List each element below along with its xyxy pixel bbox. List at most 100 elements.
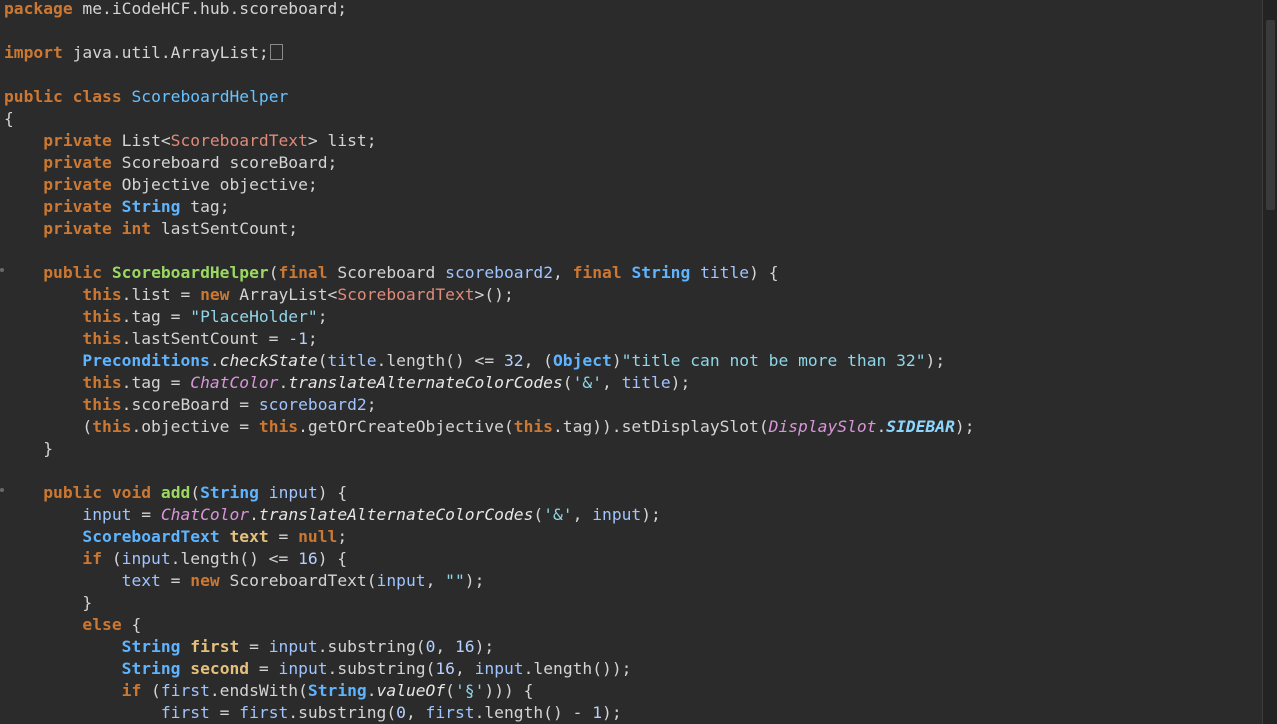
code-token: ,	[572, 505, 593, 524]
scrollbar-thumb[interactable]	[1266, 20, 1275, 210]
code-text-area[interactable]: package me.iCodeHCF.hub.scoreboard; impor…	[4, 0, 975, 724]
code-line[interactable]: public class ScoreboardHelper	[4, 86, 975, 108]
code-token: .	[209, 351, 220, 370]
code-token: 16	[435, 659, 455, 678]
code-token: .	[366, 681, 377, 700]
code-token: 32	[503, 351, 524, 370]
code-token: valueOf	[376, 681, 446, 700]
code-token: "title can not be more than 32"	[621, 351, 926, 370]
code-token: .getOrCreateObjective(	[298, 417, 514, 436]
code-line[interactable]: (this.objective = this.getOrCreateObject…	[4, 416, 974, 438]
code-line[interactable]: if (input.length() <= 16) {	[4, 548, 975, 570]
code-line[interactable]: input = ChatColor.translateAlternateColo…	[4, 504, 975, 526]
vertical-scrollbar[interactable]	[1262, 0, 1277, 724]
code-line[interactable]: String second = input.substring(16, inpu…	[4, 658, 975, 680]
code-token: public	[43, 263, 103, 282]
code-token: '§'	[454, 681, 485, 700]
code-token: )	[611, 351, 622, 370]
code-token: import	[4, 43, 63, 62]
code-line[interactable]: import java.util.ArrayList;	[4, 42, 975, 64]
code-token: =	[160, 571, 191, 590]
code-line[interactable]: this.lastSentCount = -1;	[4, 328, 975, 350]
code-line[interactable]	[4, 64, 975, 86]
code-line[interactable]: public void add(String input) {	[4, 482, 975, 504]
code-token: input	[592, 505, 642, 524]
code-line[interactable]: else {	[4, 614, 975, 636]
code-token: first	[190, 637, 240, 656]
code-token: );	[641, 505, 661, 524]
code-token: add	[160, 483, 191, 502]
code-token: ;	[307, 329, 318, 348]
code-token: 1	[592, 703, 603, 722]
code-token: java.util.ArrayList;	[62, 43, 269, 62]
code-line[interactable]	[4, 240, 975, 262]
code-line[interactable]: if (first.endsWith(String.valueOf('§')))…	[4, 680, 975, 702]
code-token: ;	[366, 395, 377, 414]
code-token: input	[268, 637, 318, 656]
code-token: ,	[454, 659, 475, 678]
code-token: public	[4, 87, 63, 106]
code-line[interactable]: {	[4, 108, 975, 130]
code-token: .list =	[121, 285, 201, 304]
code-line[interactable]: text = new ScoreboardText(input, "");	[4, 570, 975, 592]
code-line[interactable]: private String tag;	[4, 196, 975, 218]
code-line[interactable]: Preconditions.checkState(title.length() …	[4, 350, 975, 372]
code-token: private	[43, 175, 112, 194]
code-token: DisplaySlot	[768, 417, 877, 436]
fold-marker-icon[interactable]	[0, 488, 4, 492]
code-line[interactable]: }	[4, 438, 975, 460]
code-token: (	[562, 373, 573, 392]
code-token: "PlaceHolder"	[190, 307, 318, 326]
code-line[interactable]: private Scoreboard scoreBoard;	[4, 152, 975, 174]
code-token: if	[121, 681, 142, 700]
code-token: ))) {	[484, 681, 534, 700]
code-token: title	[700, 263, 750, 282]
code-token: title	[621, 373, 671, 392]
code-token: '&'	[543, 505, 573, 524]
code-editor[interactable]: package me.iCodeHCF.hub.scoreboard; impor…	[0, 0, 1262, 724]
code-token: else	[82, 615, 122, 634]
code-token: private	[43, 131, 112, 150]
code-line[interactable]: String first = input.substring(0, 16);	[4, 636, 975, 658]
code-line[interactable]: private int lastSentCount;	[4, 218, 975, 240]
code-line[interactable]: package me.iCodeHCF.hub.scoreboard;	[4, 0, 975, 20]
code-line[interactable]: this.tag = "PlaceHolder";	[4, 306, 975, 328]
code-token: ScoreboardText	[170, 131, 308, 150]
code-line[interactable]: this.list = new ArrayList<ScoreboardText…	[4, 284, 975, 306]
code-token: ChatColor	[160, 505, 250, 524]
code-token: first	[425, 703, 475, 722]
code-token: 0	[396, 703, 406, 722]
code-token: .substring(	[317, 637, 426, 656]
code-line[interactable]	[4, 20, 975, 42]
code-line[interactable]: }	[4, 592, 975, 614]
collapsed-imports-icon[interactable]	[269, 44, 283, 60]
fold-marker-icon[interactable]	[0, 268, 4, 272]
code-line[interactable]: ScoreboardText text = null;	[4, 526, 975, 548]
code-line[interactable]: private Objective objective;	[4, 174, 975, 196]
code-token: null	[298, 527, 338, 546]
code-token: .length() <=	[376, 351, 504, 370]
code-token: first	[160, 703, 210, 722]
code-line[interactable]: this.scoreBoard = scoreboard2;	[4, 394, 975, 416]
code-line[interactable]: private List<ScoreboardText> list;	[4, 130, 975, 152]
code-token: text	[121, 571, 161, 590]
code-line[interactable]: first = first.substring(0, first.length(…	[4, 702, 975, 724]
code-line[interactable]: public ScoreboardHelper(final Scoreboard…	[4, 262, 975, 284]
code-token: (	[102, 549, 122, 568]
code-line[interactable]: this.tag = ChatColor.translateAlternateC…	[4, 372, 975, 394]
code-line[interactable]	[4, 460, 975, 482]
code-token: if	[82, 549, 103, 568]
code-token: .substring(	[288, 703, 397, 722]
